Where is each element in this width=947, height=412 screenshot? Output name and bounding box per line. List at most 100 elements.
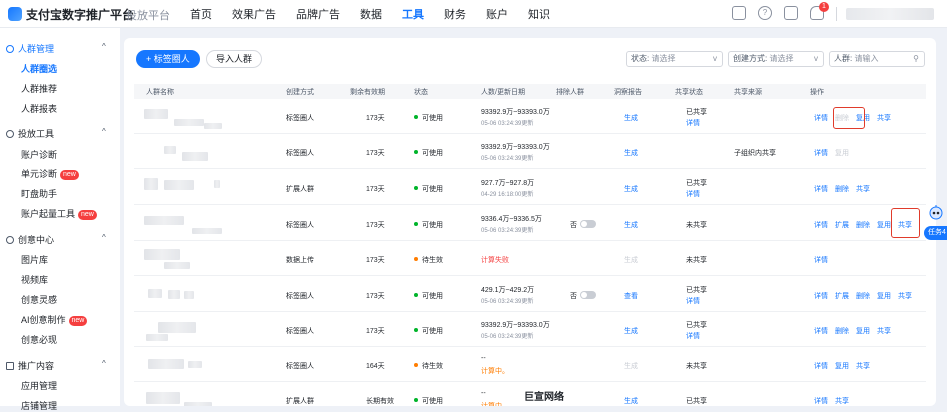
crowd-name-blurred [204,123,222,129]
phone-icon[interactable] [732,6,746,20]
import-crowd-button[interactable]: 导入人群 [206,50,263,68]
toggle-switch[interactable] [580,291,596,299]
insight-report-link[interactable]: 生成 [624,184,638,194]
crowd-name-blurred [158,322,196,333]
insight-report-link[interactable]: 生成 [624,396,638,406]
nav-tools[interactable]: 工具 [402,6,424,22]
sidebar-item-crowd-recommend[interactable]: 人群推荐 [21,82,57,95]
sidebar-item-creative-inspiration[interactable]: 创意灵感 [21,293,57,306]
share-source: 子组织内共享 [734,150,776,157]
op-2-link[interactable]: 复用 [856,328,870,335]
insight-report-link[interactable]: 生成 [624,148,638,158]
op-0-link[interactable]: 详情 [814,328,828,335]
status-badge: 可使用 [414,113,443,123]
op-0-link[interactable]: 详情 [814,398,828,405]
sidebar-group-tools[interactable]: 投放工具 ^ [6,127,106,140]
insight-report-link[interactable]: 生成 [624,113,638,123]
sidebar-group-content[interactable]: 推广内容 ^ [6,359,106,372]
sidebar-item-unit-diagnosis[interactable]: 单元诊断 new [21,167,79,180]
op-0-link[interactable]: 详情 [814,150,828,157]
table-row: 标签圈人 173天 可使用 429.1万~429.2万 05-06 03:24:39更新… [134,277,926,312]
sidebar-item-video-library[interactable]: 视频库 [21,273,48,286]
add-tag-crowd-button[interactable]: + 标签圈人 [136,50,200,68]
nav-knowledge[interactable]: 知识 [528,6,550,22]
nav-finance[interactable]: 财务 [444,6,466,22]
op-0-link[interactable]: 详情 [814,222,828,229]
sidebar-group-crowd[interactable]: 人群管理 ^ [6,42,106,55]
row-operations: 详情 共享 [814,396,856,406]
sidebar: 人群管理 ^ 人群圈选 人群推荐 人群报表 投放工具 ^ 账户诊断 单元诊断 ne… [0,28,120,411]
op-2-link[interactable]: 共享 [856,363,870,370]
task-float-button[interactable]: 任务4 [924,226,947,240]
help-icon[interactable]: ? [758,6,772,20]
search-icon[interactable]: ⚲ [913,52,919,66]
insight-report-link[interactable]: 生成 [624,255,638,265]
op-0-link[interactable]: 详情 [814,115,828,122]
exclude-toggle[interactable]: 否 [570,291,596,301]
op-1-link[interactable]: 扩展 [835,222,849,229]
user-account-blurred[interactable] [846,8,934,20]
share-detail-link[interactable]: 详情 [686,118,700,128]
checklist-icon[interactable] [784,6,798,20]
create-method-filter[interactable]: 创建方式: 请选择 v [728,51,824,67]
toggle-switch[interactable] [580,220,596,228]
sidebar-item-monitor-assistant[interactable]: 盯盘助手 [21,187,57,200]
sidebar-item-app-management[interactable]: 应用管理 [21,379,57,392]
sidebar-item-creative-must[interactable]: 创意必现 [21,333,57,346]
insight-report-link[interactable]: 生成 [624,220,638,230]
op-1-link[interactable]: 扩展 [835,293,849,300]
sidebar-item-image-library[interactable]: 图片库 [21,253,48,266]
exclude-toggle[interactable]: 否 [570,220,596,230]
sidebar-item-ai-creative[interactable]: AI创意制作 new [21,313,88,326]
valid-period: 173天 [366,115,385,122]
crowd-search-input[interactable]: 人群: 请输入 ⚲ [829,51,925,67]
sidebar-item-account-diagnosis[interactable]: 账户诊断 [21,148,57,161]
op-1-link[interactable]: 复用 [835,150,849,157]
nav-brand-ads[interactable]: 品牌广告 [296,6,340,22]
chevron-up-icon: ^ [102,127,106,136]
col-share-status: 共享状态 [675,89,703,96]
op-3-link[interactable]: 复用 [877,293,891,300]
op-2-link[interactable]: 删除 [856,222,870,229]
nav-performance-ads[interactable]: 效果广告 [232,6,276,22]
share-detail-link[interactable]: 详情 [686,296,700,306]
sidebar-item-crowd-report[interactable]: 人群报表 [21,102,57,115]
bell-icon[interactable]: 1 [810,2,829,20]
insight-report-link[interactable]: 查看 [624,291,638,301]
valid-period: 164天 [366,363,385,370]
sidebar-item-account-boost[interactable]: 账户起量工具 new [21,207,97,220]
chevron-up-icon: ^ [102,42,106,51]
op-2-link[interactable]: 删除 [856,293,870,300]
insight-report-link[interactable]: 生成 [624,326,638,336]
row-operations: 详情 扩展 删除 复用 共享 [814,291,919,301]
op-3-link[interactable]: 共享 [877,115,891,122]
nav-account[interactable]: 账户 [486,6,508,22]
share-detail-link[interactable]: 详情 [686,189,700,199]
main-panel: + 标签圈人 导入人群 状态: 请选择 v 创建方式: 请选择 v 人群: 请输… [124,38,936,406]
op-1-link[interactable]: 删除 [835,328,849,335]
op-0-link[interactable]: 详情 [814,363,828,370]
update-date: 05-06 03:24:39更新 [481,121,534,127]
crowd-name-blurred [174,119,204,126]
op-1-link[interactable]: 共享 [835,398,849,405]
op-0-link[interactable]: 详情 [814,293,828,300]
sidebar-group-creative[interactable]: 创意中心 ^ [6,233,106,246]
share-detail-link[interactable]: 详情 [686,331,700,341]
sidebar-item-crowd-select[interactable]: 人群圈选 [21,62,57,75]
op-2-link[interactable]: 共享 [856,186,870,193]
op-0-link[interactable]: 详情 [814,257,828,264]
op-1-link[interactable]: 删除 [835,186,849,193]
assistant-robot-icon[interactable] [928,204,944,222]
nav-data[interactable]: 数据 [360,6,382,22]
op-1-link[interactable]: 复用 [835,363,849,370]
nav-home[interactable]: 首页 [190,6,212,22]
op-3-link[interactable]: 共享 [877,328,891,335]
insight-report-link[interactable]: 生成 [624,361,638,371]
crowd-icon [6,45,14,53]
table-row: 标签圈人 173天 可使用 93392.9万~93393.0万 05-06 03:24:… [134,312,926,347]
create-method: 扩展人群 [286,186,314,193]
status-filter[interactable]: 状态: 请选择 v [626,51,723,67]
op-0-link[interactable]: 详情 [814,186,828,193]
op-4-link[interactable]: 共享 [898,293,912,300]
op-3-link[interactable]: 复用 [877,222,891,229]
